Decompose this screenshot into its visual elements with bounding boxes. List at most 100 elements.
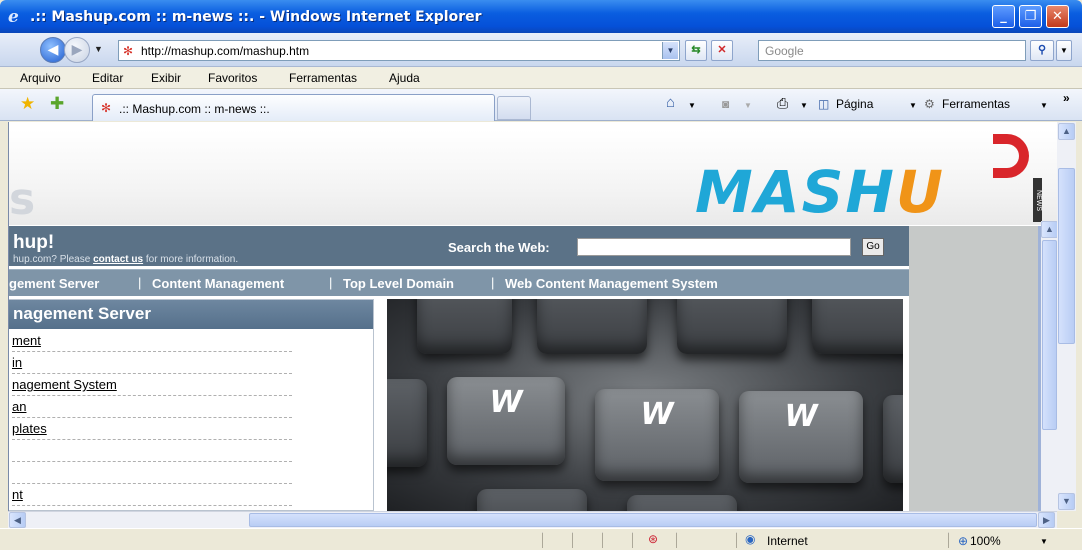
scroll-left-icon[interactable]: ◀ (9, 512, 26, 528)
menu-exibir[interactable]: Exibir (151, 71, 181, 85)
close-button[interactable]: ✕ (1046, 5, 1069, 28)
mashup-logo[interactable]: MASHU (695, 158, 945, 226)
menu-favoritos[interactable]: Favoritos (208, 71, 257, 85)
gear-icon: ⚙ (924, 97, 935, 111)
internet-zone-icon: ◉ (745, 532, 756, 546)
status-divider (676, 532, 677, 548)
add-favorites-icon[interactable]: ✚ (50, 94, 64, 114)
window-title: .:: Mashup.com :: m-news ::. - Windows I… (30, 9, 482, 25)
tab-active[interactable]: ✻ .:: Mashup.com :: m-news ::. (92, 94, 495, 121)
inner-scroll-thumb[interactable] (1042, 240, 1057, 430)
zoom-icon[interactable]: ⊕ (958, 534, 968, 548)
list-item[interactable]: in (12, 352, 292, 374)
list-item-label: nagement System (12, 377, 117, 392)
zoom-dropdown-icon[interactable]: ▼ (1040, 537, 1048, 546)
scroll-right-icon[interactable]: ▶ (1038, 512, 1055, 528)
nav-management-server[interactable]: gement Server (9, 276, 99, 291)
maximize-button[interactable]: ❐ (1019, 5, 1042, 28)
stop-button[interactable]: ✕ (711, 40, 733, 61)
photo-key (477, 489, 587, 511)
list-item-label: in (12, 355, 23, 370)
site-heading: hup! (13, 232, 55, 253)
print-icon[interactable]: ⎙ (777, 95, 788, 112)
home-icon[interactable]: ⌂ (666, 94, 675, 111)
scroll-corner (1057, 511, 1076, 528)
list-item[interactable]: nt (12, 484, 292, 506)
photo-key (417, 299, 512, 354)
web-search-input[interactable] (577, 238, 851, 256)
nav-content-management[interactable]: Content Management (152, 276, 284, 291)
tab-row: ★ ✚ ✻ .:: Mashup.com :: m-news ::. ⌂ ▼ ◙… (0, 89, 1082, 121)
photo-key-w: W (447, 377, 565, 465)
search-input[interactable]: Google (758, 40, 1026, 61)
menu-ferramentas[interactable]: Ferramentas (289, 71, 357, 85)
list-item[interactable] (12, 462, 292, 484)
status-divider (542, 532, 543, 548)
tab-favicon-icon: ✻ (101, 101, 112, 115)
list-item[interactable]: plates (12, 418, 292, 440)
address-field[interactable]: ✻ http://mashup.com/mashup.htm ▼ (118, 40, 680, 61)
menu-editar[interactable]: Editar (92, 71, 123, 85)
horizontal-scrollbar[interactable]: ◀ ▶ (8, 511, 1057, 528)
site-banner: hup! hup.com? Please contact us for more… (9, 226, 909, 266)
contact-us-link[interactable]: contact us (93, 254, 143, 265)
status-divider (632, 532, 633, 548)
search-options-dropdown-icon[interactable]: ▼ (1056, 40, 1072, 61)
inner-scrollbar[interactable]: ▲ (1041, 221, 1057, 511)
menu-ajuda[interactable]: Ajuda (389, 71, 420, 85)
list-item-label: ment (12, 333, 41, 348)
page-dropdown-icon[interactable]: ▼ (909, 101, 917, 110)
photo-key (677, 299, 787, 354)
history-dropdown-icon[interactable]: ▼ (94, 44, 103, 54)
new-tab-button[interactable] (497, 96, 531, 120)
nav-separator: | (491, 275, 495, 290)
photo-key-w: W (595, 389, 719, 481)
list-item-label: plates (12, 421, 47, 436)
nav-web-cms[interactable]: Web Content Management System (505, 276, 718, 291)
scroll-down-icon[interactable]: ▼ (1058, 493, 1075, 510)
tools-dropdown-icon[interactable]: ▼ (1040, 101, 1048, 110)
photo-key (387, 379, 427, 467)
nav-top-level-domain[interactable]: Top Level Domain (343, 276, 454, 291)
menu-arquivo[interactable]: Arquivo (20, 71, 61, 85)
feeds-icon[interactable]: ◙ (722, 97, 729, 111)
right-grey-column (909, 226, 1041, 511)
refresh-button[interactable]: ⇆ (685, 40, 707, 61)
key-letter: W (489, 385, 523, 420)
page-viewport: s MASHU NEWS hup! hup.com? Please contac… (8, 122, 1057, 511)
tools-menu[interactable]: Ferramentas (942, 97, 1010, 111)
forward-button[interactable]: ▶ (64, 37, 90, 63)
privacy-icon[interactable]: ⊛ (648, 532, 658, 546)
status-divider (736, 532, 737, 548)
vertical-scrollbar[interactable]: ▲ ▼ (1057, 122, 1076, 511)
nav-separator: | (138, 275, 142, 290)
key-letter: W (784, 399, 818, 434)
zoom-level[interactable]: 100% (970, 534, 1001, 548)
subtext-suffix: for more information. (143, 254, 239, 265)
keyboard-photo: W W W (387, 299, 903, 511)
feeds-dropdown-icon[interactable]: ▼ (744, 101, 752, 110)
security-zone-label: Internet (767, 534, 808, 548)
minimize-button[interactable]: _ (992, 5, 1015, 28)
page-menu[interactable]: Página (836, 97, 873, 111)
go-button[interactable]: Go (862, 238, 884, 256)
horizontal-scroll-thumb[interactable] (249, 513, 1037, 527)
list-item[interactable]: an (12, 396, 292, 418)
vertical-scroll-thumb[interactable] (1058, 168, 1075, 344)
address-dropdown-icon[interactable]: ▼ (662, 42, 678, 59)
photo-key (537, 299, 647, 354)
scroll-up-icon[interactable]: ▲ (1058, 123, 1075, 140)
back-button[interactable]: ◀ (40, 37, 66, 63)
search-icon[interactable]: ⚲ (1030, 40, 1054, 61)
photo-key (883, 395, 903, 483)
address-url: http://mashup.com/mashup.htm (141, 44, 310, 58)
list-item[interactable]: nagement System (12, 374, 292, 396)
list-item[interactable]: ment (12, 330, 292, 352)
list-item[interactable] (12, 440, 292, 462)
inner-scroll-up-icon[interactable]: ▲ (1041, 221, 1057, 238)
toolbar-overflow-chevron-icon[interactable]: » (1063, 91, 1070, 105)
favorites-center-star-icon[interactable]: ★ (20, 94, 35, 114)
status-divider (602, 532, 603, 548)
home-dropdown-icon[interactable]: ▼ (688, 101, 696, 110)
print-dropdown-icon[interactable]: ▼ (800, 101, 808, 110)
